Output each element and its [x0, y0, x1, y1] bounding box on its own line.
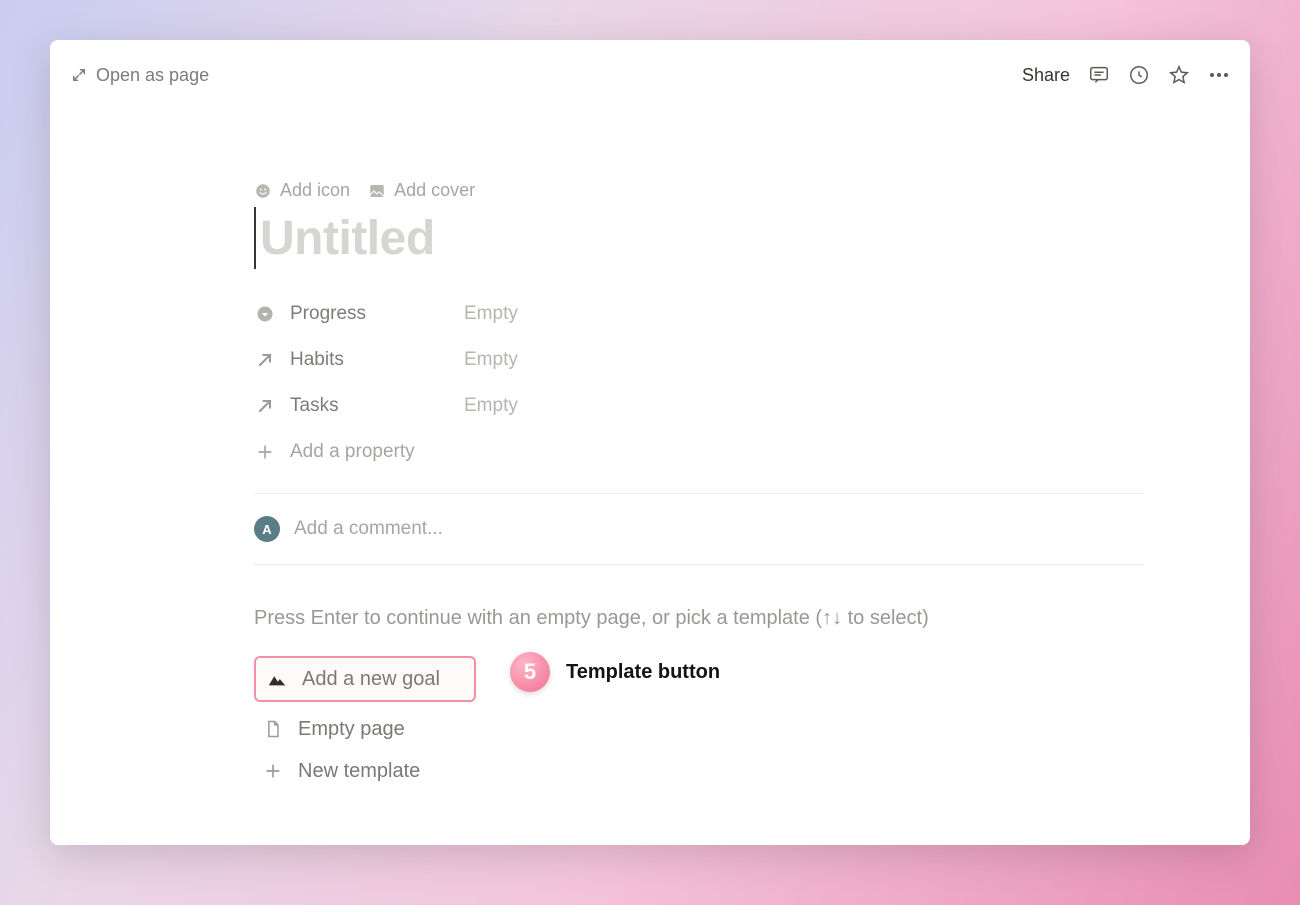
property-value[interactable]: Empty	[464, 349, 518, 371]
open-as-page-label: Open as page	[96, 65, 209, 86]
topbar: Open as page Share	[50, 40, 1250, 92]
add-comment-row[interactable]: A Add a comment...	[254, 494, 1144, 565]
property-label: Progress	[290, 303, 366, 325]
annotation-badge: 5	[510, 652, 550, 692]
share-button[interactable]: Share	[1022, 65, 1070, 86]
add-cover-label: Add cover	[394, 180, 475, 201]
template-label: Empty page	[298, 718, 405, 741]
meta-actions: Add icon Add cover	[254, 180, 1144, 201]
text-cursor	[254, 207, 256, 269]
property-value[interactable]: Empty	[464, 303, 518, 325]
page-content: Add icon Add cover Untitled Progress	[254, 180, 1144, 792]
properties-list: Progress Empty Habits Empty Ta	[254, 291, 1144, 792]
select-icon	[254, 303, 276, 325]
template-empty-page[interactable]: Empty page	[254, 708, 1144, 750]
template-add-new-goal[interactable]: Add a new goal	[254, 656, 476, 702]
add-cover-button[interactable]: Add cover	[368, 180, 475, 201]
history-icon[interactable]	[1128, 64, 1150, 86]
property-label: Habits	[290, 349, 344, 371]
add-property-button[interactable]: Add a property	[254, 429, 1144, 475]
add-icon-label: Add icon	[280, 180, 350, 201]
comment-placeholder: Add a comment...	[294, 518, 443, 540]
page-icon	[262, 718, 284, 740]
plus-icon	[254, 441, 276, 463]
property-habits[interactable]: Habits Empty	[254, 337, 1144, 383]
title-input[interactable]: Untitled	[254, 207, 1144, 269]
title-placeholder: Untitled	[260, 211, 435, 266]
topbar-actions: Share	[1022, 64, 1230, 86]
template-new-template[interactable]: New template	[254, 750, 1144, 792]
mountain-icon	[266, 668, 288, 690]
property-value[interactable]: Empty	[464, 395, 518, 417]
annotation-label: Template button	[566, 661, 720, 684]
page-panel: Open as page Share Add icon	[50, 40, 1250, 845]
template-label: New template	[298, 760, 420, 783]
property-tasks[interactable]: Tasks Empty	[254, 383, 1144, 429]
property-progress[interactable]: Progress Empty	[254, 291, 1144, 337]
property-label: Tasks	[290, 395, 339, 417]
emoji-icon	[254, 182, 272, 200]
plus-icon	[262, 760, 284, 782]
avatar: A	[254, 516, 280, 542]
star-icon[interactable]	[1168, 64, 1190, 86]
add-icon-button[interactable]: Add icon	[254, 180, 350, 201]
comments-icon[interactable]	[1088, 64, 1110, 86]
add-property-label: Add a property	[290, 441, 415, 463]
image-icon	[368, 182, 386, 200]
relation-icon	[254, 349, 276, 371]
annotation-callout: 5 Template button	[510, 652, 720, 692]
more-icon[interactable]	[1208, 64, 1230, 86]
expand-icon	[70, 66, 88, 84]
template-list: Add a new goal Empty page New template 5	[254, 656, 1144, 792]
relation-icon	[254, 395, 276, 417]
open-as-page-button[interactable]: Open as page	[70, 65, 209, 86]
template-hint: Press Enter to continue with an empty pa…	[254, 607, 1144, 630]
template-label: Add a new goal	[302, 668, 440, 691]
